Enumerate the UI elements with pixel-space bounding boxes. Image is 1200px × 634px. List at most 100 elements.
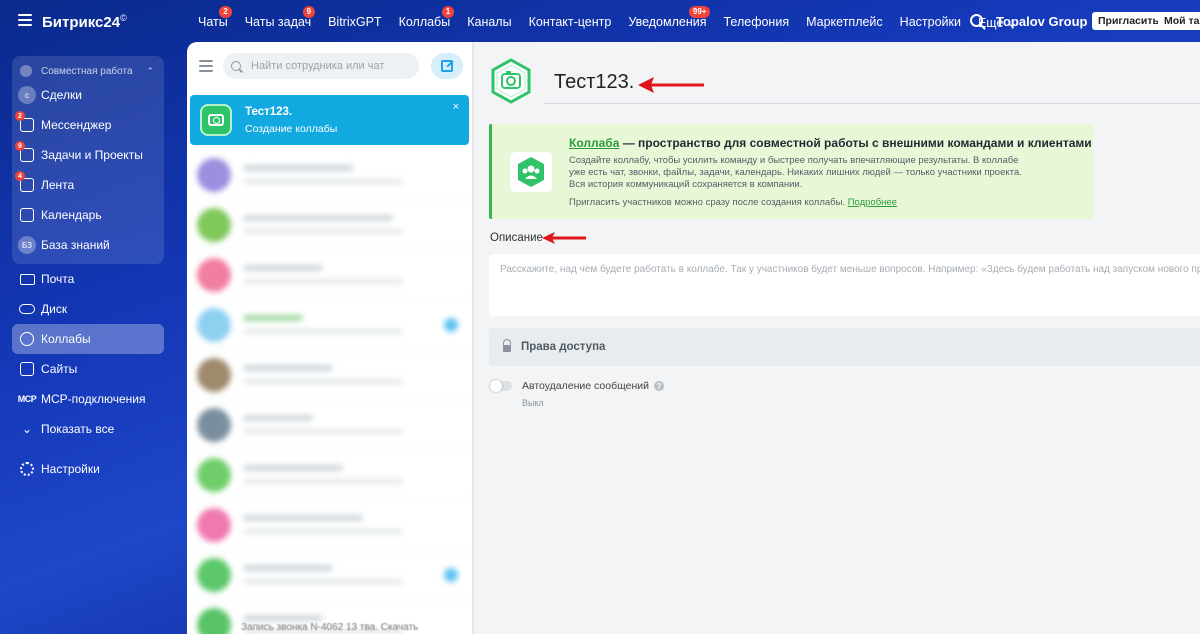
sidebar-item-label: Диск [41, 302, 68, 316]
nav-badge: 9 [302, 6, 316, 18]
nav-item-settings[interactable]: Настройки [900, 15, 961, 30]
chat-search-input[interactable]: Найти сотрудника или чат [223, 53, 419, 79]
avatar [197, 557, 231, 592]
line [243, 465, 343, 471]
line [243, 329, 403, 334]
nav-item-marketplace[interactable]: Маркетплейс [806, 15, 883, 30]
sidebar-item-mail[interactable]: Почта [12, 264, 164, 294]
collab-create-form: Тест123. Коллаба — пространство для совм… [474, 42, 1200, 634]
more-link[interactable]: Подробнее [848, 197, 897, 208]
sidebar-item-deals[interactable]: c Сделки [12, 80, 164, 110]
app-logo-mark: © [120, 13, 127, 23]
list-item-lines [243, 515, 403, 534]
list-item[interactable] [187, 250, 472, 300]
nav-item-task-chats[interactable]: Чаты задач 9 [244, 6, 316, 30]
sidebar-badge: 9 [15, 141, 25, 151]
sidebar-item-knowledge-base[interactable]: БЗ База знаний [12, 230, 164, 260]
description-label: Описание [490, 232, 543, 244]
invite-button[interactable]: Пригласить [1092, 12, 1165, 30]
sites-icon-shape [20, 362, 34, 376]
sidebar-item-messenger[interactable]: 2 Мессенджер [12, 110, 164, 140]
sidebar-item-label: Задачи и Проекты [41, 148, 143, 162]
sidebar-item-feed[interactable]: 4 Лента [12, 170, 164, 200]
tasks-icon: 9 [15, 141, 36, 164]
avatar [197, 307, 231, 342]
list-item[interactable] [187, 200, 472, 250]
menu-icon[interactable] [18, 14, 32, 26]
nav-item-label: Маркетплейс [806, 15, 883, 29]
list-item[interactable] [187, 300, 472, 350]
sidebar-item-label: Лента [41, 178, 75, 192]
sidebar-separator [0, 444, 172, 454]
my-tariff-button[interactable]: Мой тариф [1158, 12, 1200, 30]
nav-item-telephony[interactable]: Телефония [723, 15, 789, 30]
help-icon[interactable]: ? [653, 381, 664, 391]
chevron-down-icon: ⌄ [21, 422, 33, 436]
avatar [197, 607, 231, 634]
collabs-icon-shape [20, 332, 34, 346]
nav-item-label: Чаты задач [244, 15, 312, 29]
sidebar-badge: 2 [15, 111, 25, 121]
red-arrow-title [638, 77, 704, 93]
list-item[interactable] [187, 350, 472, 400]
nav-item-collabs[interactable]: Коллабы 1 [399, 6, 455, 30]
list-item[interactable] [187, 500, 472, 550]
deals-icon: c [18, 86, 36, 104]
sidebar-item-tasks[interactable]: 9 Задачи и Проекты [12, 140, 164, 170]
collab-info-banner: Коллаба — пространство для совместной ра… [489, 124, 1093, 219]
sidebar-item-label: Мессенджер [41, 118, 112, 132]
sidebar-item-disk[interactable]: Диск [12, 294, 164, 324]
list-item[interactable] [187, 150, 472, 200]
collab-avatar [200, 104, 232, 136]
search-icon[interactable] [970, 14, 983, 27]
sidebar-item-show-all[interactable]: ⌄ Показать все [12, 414, 164, 444]
info-banner-text-invite: Пригласить участников можно сразу после … [569, 197, 897, 208]
collab-link[interactable]: Коллаба [569, 136, 619, 150]
sidebar-item-settings[interactable]: Настройки [12, 454, 164, 484]
sidebar-item-label: Настройки [41, 462, 100, 476]
close-icon[interactable]: × [453, 101, 459, 113]
description-textarea[interactable]: Расскажите, над чем будете работать в ко… [489, 254, 1200, 316]
info-banner-title-rest: — пространство для совместной работы с в… [619, 136, 1092, 150]
list-item[interactable] [187, 400, 472, 450]
sidebar-item-collabs[interactable]: Коллабы [12, 324, 164, 354]
sidebar-item-label: Сделки [41, 88, 82, 102]
access-rights-section[interactable]: Права доступа [489, 328, 1200, 366]
list-item-lines [243, 415, 403, 434]
nav-item-channels[interactable]: Каналы [467, 15, 511, 30]
line [243, 179, 403, 184]
list-item-lines [243, 465, 403, 484]
app-logo[interactable]: Битрикс24© [42, 13, 127, 31]
company-name[interactable]: Topalov Group [996, 14, 1087, 29]
new-chat-button[interactable] [431, 53, 463, 79]
sidebar-item-mcp[interactable]: MCP MCP-подключения [12, 384, 164, 414]
list-item[interactable] [187, 550, 472, 600]
sidebar-group-title: Совместная работа [41, 65, 133, 77]
nav-badge: 1 [441, 6, 455, 18]
nav-item-contact-center[interactable]: Контакт-центр [529, 15, 612, 30]
sidebar-badge: 4 [15, 171, 25, 181]
chat-item-active[interactable]: Тест123. Создание коллабы × [190, 95, 469, 145]
nav-item-bitrixgpt[interactable]: BitrixGPT [328, 15, 381, 30]
nav-item-label: Контакт-центр [528, 15, 612, 29]
list-item[interactable] [187, 450, 472, 500]
avatar [197, 457, 231, 492]
nav-badge: 2 [219, 6, 232, 18]
collab-avatar-upload[interactable] [490, 58, 532, 104]
autodelete-label: Автоудаление сообщений [522, 380, 649, 392]
disk-icon [18, 300, 36, 318]
autodelete-toggle[interactable] [490, 380, 512, 392]
nav-item-label: BitrixGPT [328, 15, 382, 29]
sidebar-group-header[interactable]: Совместная работа ⌃ [12, 62, 164, 80]
sidebar-item-sites[interactable]: Сайты [12, 354, 164, 384]
sidebar-item-label: MCP-подключения [41, 392, 146, 406]
chat-list-blurred [187, 150, 472, 634]
filter-icon[interactable] [199, 60, 213, 72]
sidebar-item-calendar[interactable]: Календарь [12, 200, 164, 230]
chat-item-title: Тест123. [245, 105, 293, 118]
info-banner-text: Создайте коллабу, чтобы усилить команду … [569, 155, 1022, 190]
sidebar: Совместная работа ⌃ c Сделки 2 Мессендже… [0, 56, 172, 484]
nav-item-chats[interactable]: Чаты 2 [198, 6, 232, 30]
list-item-lines [243, 315, 403, 334]
nav-item-notifications[interactable]: Уведомления 99+ [628, 6, 711, 30]
